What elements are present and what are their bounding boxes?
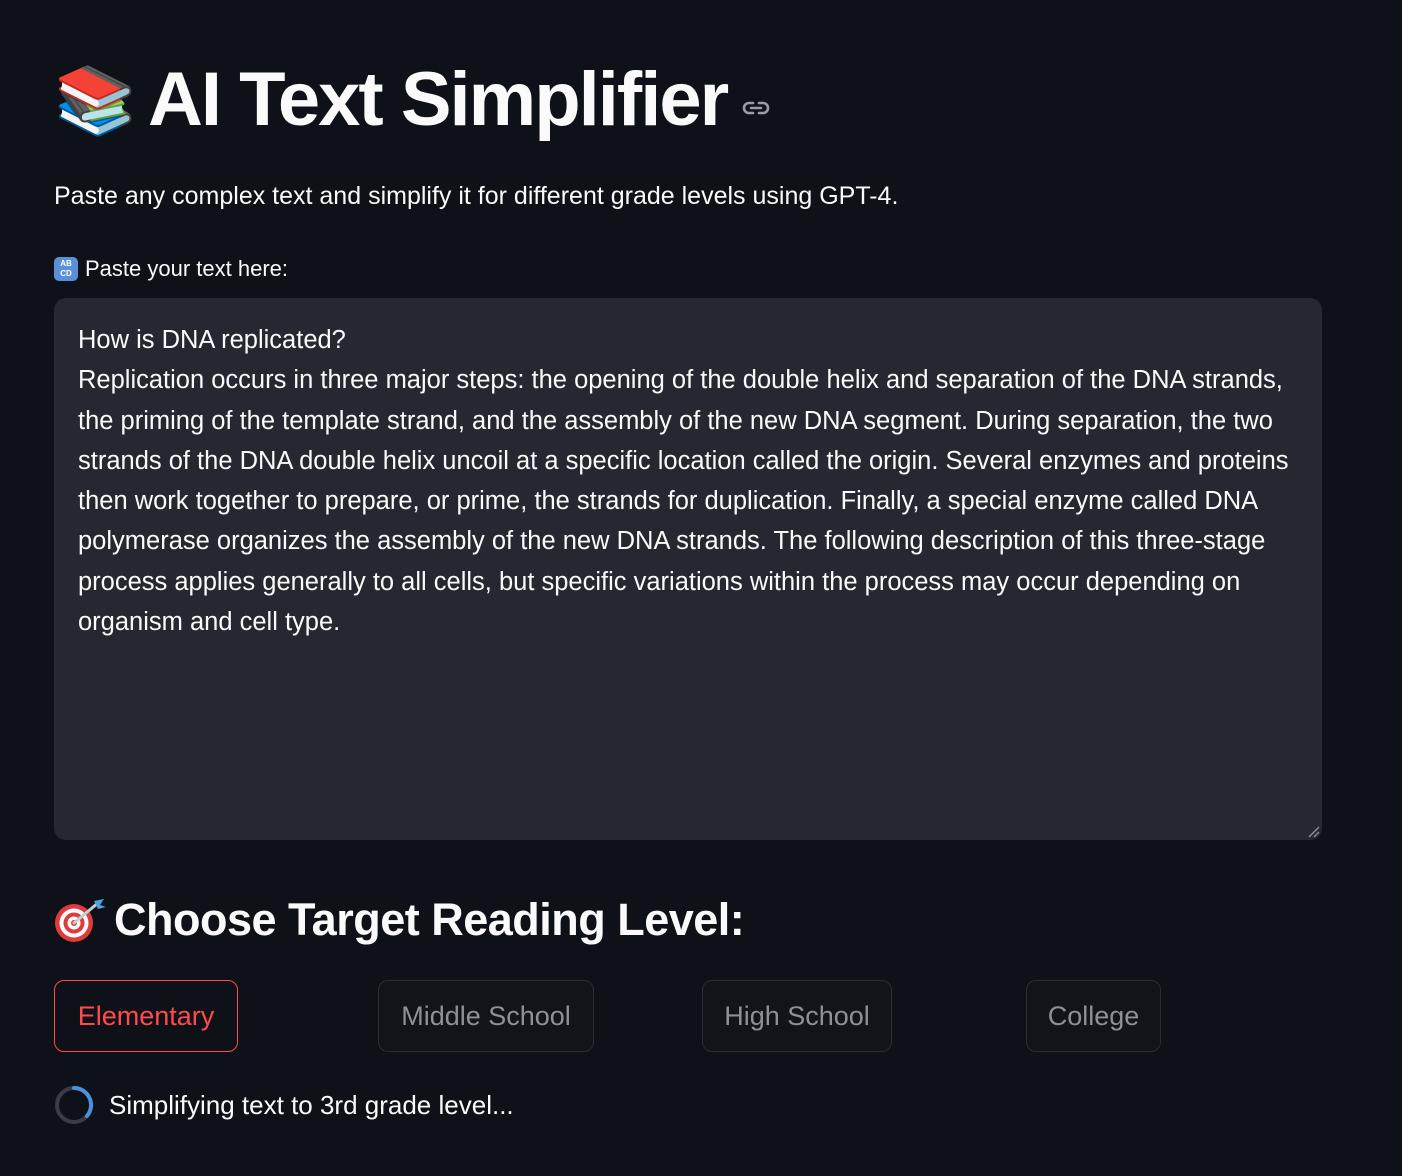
text-input[interactable]: [54, 298, 1322, 840]
page-title: 📚 AI Text Simplifier: [54, 50, 771, 150]
text-input-label: AB CD Paste your text here:: [54, 254, 288, 284]
status-message: Simplifying text to 3rd grade level...: [54, 1084, 514, 1126]
level-button-college[interactable]: College: [1026, 980, 1161, 1052]
target-icon: [55, 899, 106, 942]
books-icon: 📚: [54, 63, 137, 137]
reading-level-heading-text: Choose Target Reading Level:: [114, 894, 745, 945]
reading-level-heading: Choose Target Reading Level:: [54, 890, 745, 950]
level-button-middle-school[interactable]: Middle School: [378, 980, 594, 1052]
spinner-icon: [55, 1085, 94, 1124]
level-button-high-school[interactable]: High School: [702, 980, 892, 1052]
status-text: Simplifying text to 3rd grade level...: [109, 1089, 514, 1120]
abcd-icon: AB CD: [54, 257, 78, 281]
page-title-text: AI Text Simplifier: [148, 57, 729, 142]
page-subtitle: Paste any complex text and simplify it f…: [54, 182, 899, 210]
link-icon[interactable]: [741, 99, 771, 117]
text-input-label-text: Paste your text here:: [85, 256, 288, 281]
text-input-container: [54, 298, 1322, 840]
level-button-elementary[interactable]: Elementary: [54, 980, 238, 1052]
resize-handle-icon[interactable]: [1306, 824, 1320, 838]
